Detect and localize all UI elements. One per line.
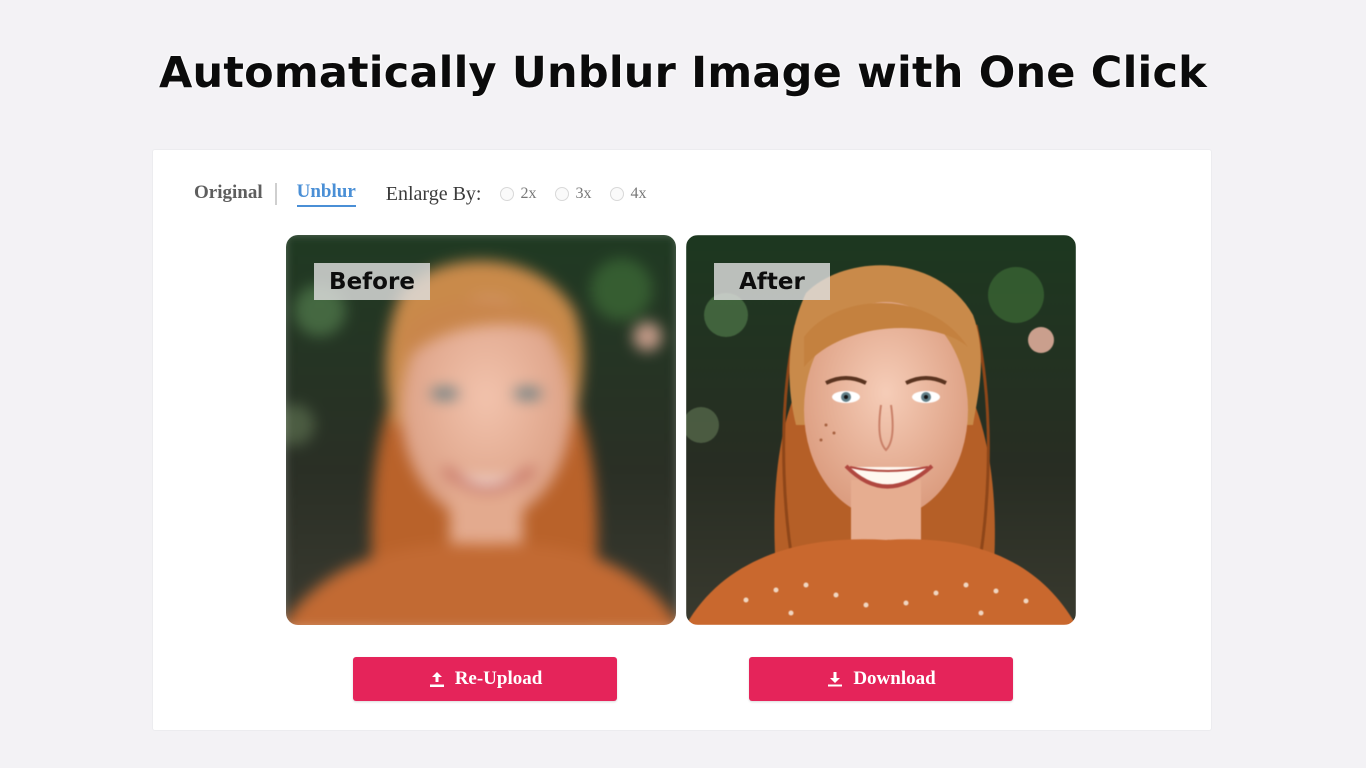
radio-4x[interactable] (609, 187, 624, 201)
radio-2x[interactable] (499, 187, 514, 201)
toolbar: Original Unblur Enlarge By: 2x 3x 4x (194, 180, 647, 208)
enlarge-option-2x[interactable]: 2x (499, 185, 537, 203)
after-image: After (686, 235, 1076, 625)
after-label: After (714, 263, 830, 300)
radio-3x[interactable] (554, 187, 569, 201)
tab-divider (274, 183, 277, 205)
re-upload-button[interactable]: Re-Upload (353, 657, 617, 701)
enlarge-option-label: 2x (520, 185, 537, 202)
download-icon (828, 672, 843, 687)
page-headline: Automatically Unblur Image with One Clic… (159, 48, 1207, 98)
enlarge-option-3x[interactable]: 3x (554, 185, 592, 203)
enlarge-option-4x[interactable]: 4x (609, 185, 647, 203)
before-label: Before (314, 263, 430, 300)
tab-unblur[interactable]: Unblur (296, 181, 356, 207)
unblur-panel: Original Unblur Enlarge By: 2x 3x 4x Bef… (152, 149, 1212, 731)
upload-icon (429, 672, 444, 687)
tab-original[interactable]: Original (194, 182, 263, 206)
enlarge-by-label: Enlarge By: (385, 182, 482, 205)
enlarge-option-label: 4x (630, 185, 647, 202)
re-upload-label: Re-Upload (454, 668, 543, 689)
download-label: Download (853, 668, 936, 689)
before-image: Before (286, 235, 676, 625)
enlarge-option-label: 3x (575, 185, 592, 202)
download-button[interactable]: Download (749, 657, 1013, 701)
